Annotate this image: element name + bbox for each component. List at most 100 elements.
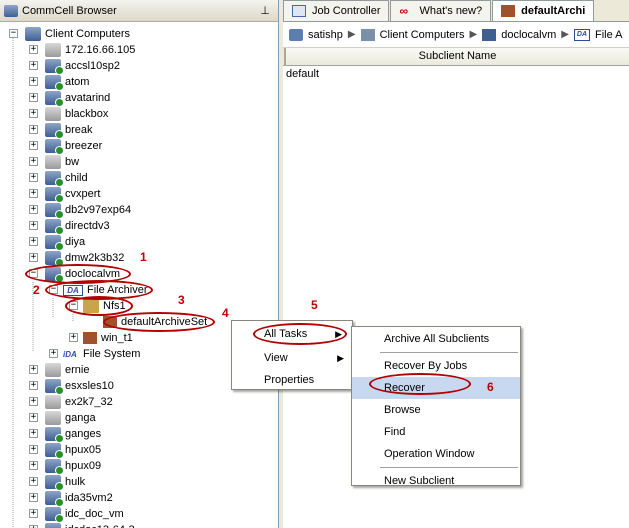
expand-icon[interactable]: + <box>29 381 38 390</box>
tree-node-esxsles10[interactable]: + esxsles10 <box>29 378 114 395</box>
menu-item-all-tasks[interactable]: All Tasks ▶ <box>234 323 350 345</box>
expand-icon[interactable]: + <box>29 493 38 502</box>
tree-node-ida35vm2[interactable]: + ida35vm2 <box>29 490 113 507</box>
tree-node-hpux09[interactable]: + hpux09 <box>29 458 101 475</box>
menu-item-browse[interactable]: Browse <box>352 399 520 421</box>
tree-node-ganges[interactable]: + ganges <box>29 426 101 443</box>
collapse-icon[interactable]: − <box>9 29 18 38</box>
expand-icon[interactable]: + <box>29 413 38 422</box>
table-row[interactable]: default <box>286 66 629 82</box>
expand-icon[interactable]: + <box>29 509 38 518</box>
breadcrumb-item-agent[interactable]: DA File A <box>573 28 623 41</box>
expand-icon[interactable]: + <box>29 173 38 182</box>
breadcrumb-item-client-computers[interactable]: Client Computers <box>360 28 465 41</box>
breadcrumb: satishp ▶ Client Computers ▶ doclocalvm … <box>283 22 629 48</box>
pin-icon[interactable]: ⊥ <box>258 4 272 17</box>
menu-item-label: Operation Window <box>384 448 475 460</box>
tree-node-ex2k7-32[interactable]: + ex2k7_32 <box>29 394 113 410</box>
client-icon <box>45 123 64 139</box>
tree-node-blackbox[interactable]: + blackbox <box>29 106 108 122</box>
tree-node-label: defaultArchiveSet <box>121 316 208 328</box>
tree-node-ganga[interactable]: + ganga <box>29 410 96 426</box>
expand-icon[interactable]: + <box>29 141 38 150</box>
tree-node-label: hulk <box>65 476 86 488</box>
tree-node-avatarind[interactable]: + avatarind <box>29 90 110 107</box>
expand-icon[interactable]: + <box>29 237 38 246</box>
expand-icon[interactable]: + <box>69 333 78 342</box>
expand-icon[interactable]: + <box>29 429 38 438</box>
tree-node-doclocalvm[interactable]: − doclocalvm <box>29 266 121 283</box>
expand-icon[interactable]: + <box>29 45 38 54</box>
menu-item-properties[interactable]: Properties <box>232 369 352 391</box>
tree-node-label: child <box>65 172 88 184</box>
menu-item-archive-all-subclients[interactable]: Archive All Subclients <box>352 328 520 350</box>
tree-node-directdv3[interactable]: + directdv3 <box>29 218 110 235</box>
menu-item-find[interactable]: Find <box>352 421 520 443</box>
tree-node-nfs1[interactable]: − Nfs1 <box>69 298 126 314</box>
tree-node-label: break <box>65 124 93 136</box>
expand-icon[interactable]: + <box>29 365 38 374</box>
collapse-icon[interactable]: − <box>49 285 58 294</box>
whats-new-icon: ∞ <box>399 4 409 18</box>
collapse-icon[interactable]: − <box>29 269 38 278</box>
tree-node-idcdoc13-64-3[interactable]: +idcdoc13-64-3 <box>29 522 135 528</box>
tree-node-default-archive-set[interactable]: defaultArchiveSet <box>103 314 207 330</box>
tree-node-ernie[interactable]: + ernie <box>29 362 89 378</box>
tree-node-hpux05[interactable]: + hpux05 <box>29 442 101 459</box>
expand-icon[interactable]: + <box>29 189 38 198</box>
collapse-icon[interactable]: − <box>69 301 78 310</box>
breadcrumb-item-commcell[interactable]: satishp <box>289 28 343 41</box>
expand-icon[interactable]: + <box>49 349 58 358</box>
column-header-subclient-name[interactable]: Subclient Name <box>285 48 629 65</box>
tree-node-client-computers[interactable]: − Client Computers <box>9 26 130 42</box>
tree-node-label: dmw2k3b32 <box>65 252 125 264</box>
tree-node-172-16-66-105[interactable]: +172.16.66.105 <box>29 42 135 58</box>
tree-node-label: doclocalvm <box>65 268 121 280</box>
tree-node-break[interactable]: + break <box>29 122 93 139</box>
tab-whats-new[interactable]: ∞ What's new? <box>390 0 492 21</box>
expand-icon[interactable]: + <box>29 125 38 134</box>
menu-item-recover-by-jobs[interactable]: Recover By Jobs <box>352 355 520 377</box>
tree-node-dmw2k3b32[interactable]: + dmw2k3b32 <box>29 250 125 267</box>
client-icon <box>45 91 64 107</box>
expand-icon[interactable]: + <box>29 77 38 86</box>
breadcrumb-label: Client Computers <box>379 28 465 41</box>
menu-item-recover[interactable]: Recover <box>352 377 520 399</box>
expand-icon[interactable]: + <box>29 461 38 470</box>
tree-node-cvxpert[interactable]: + cvxpert <box>29 186 100 203</box>
expand-icon[interactable]: + <box>29 157 38 166</box>
chevron-right-icon: ▶ <box>469 29 478 40</box>
tree-node-db2v97exp64[interactable]: + db2v97exp64 <box>29 202 131 219</box>
tree-node-diya[interactable]: + diya <box>29 234 85 251</box>
tree-node-child[interactable]: + child <box>29 170 88 187</box>
expand-icon[interactable]: + <box>29 397 38 406</box>
tree-node-accsl10sp2[interactable]: + accsl10sp2 <box>29 58 120 75</box>
expand-icon[interactable]: + <box>29 109 38 118</box>
tree-node-win-t1[interactable]: + win_t1 <box>69 330 133 346</box>
tree-node-idc-doc-vm[interactable]: + idc_doc_vm <box>29 506 124 523</box>
expand-icon[interactable]: + <box>29 61 38 70</box>
tab-default-archive-set[interactable]: defaultArchi <box>492 0 595 21</box>
menu-item-new-subclient[interactable]: New Subclient <box>352 470 520 492</box>
expand-icon[interactable]: + <box>29 93 38 102</box>
breadcrumb-item-client[interactable]: doclocalvm <box>482 28 556 41</box>
tree-node-hulk[interactable]: + hulk <box>29 474 86 491</box>
tree-node-breezer[interactable]: + breezer <box>29 138 102 155</box>
expand-icon[interactable]: + <box>29 477 38 486</box>
expand-icon[interactable]: + <box>29 253 38 262</box>
breadcrumb-label: satishp <box>308 28 343 41</box>
menu-item-operation-window[interactable]: Operation Window <box>352 443 520 465</box>
tree-node-file-archiver[interactable]: − DA File Archiver <box>49 282 148 298</box>
expand-icon[interactable]: + <box>29 205 38 214</box>
expand-icon[interactable]: + <box>29 445 38 454</box>
menu-item-view[interactable]: View ▶ <box>232 347 352 369</box>
client-icon <box>45 379 64 395</box>
tab-label: defaultArchi <box>521 5 586 17</box>
tree-node-label: win_t1 <box>101 332 133 344</box>
tab-job-controller[interactable]: Job Controller <box>283 0 390 21</box>
tree-node-bw[interactable]: + bw <box>29 154 79 170</box>
tree-node-atom[interactable]: + atom <box>29 74 89 91</box>
expand-icon[interactable]: + <box>29 221 38 230</box>
tree-node-file-system[interactable]: + iDA File System <box>49 346 140 362</box>
chevron-right-icon: ▶ <box>561 29 569 40</box>
